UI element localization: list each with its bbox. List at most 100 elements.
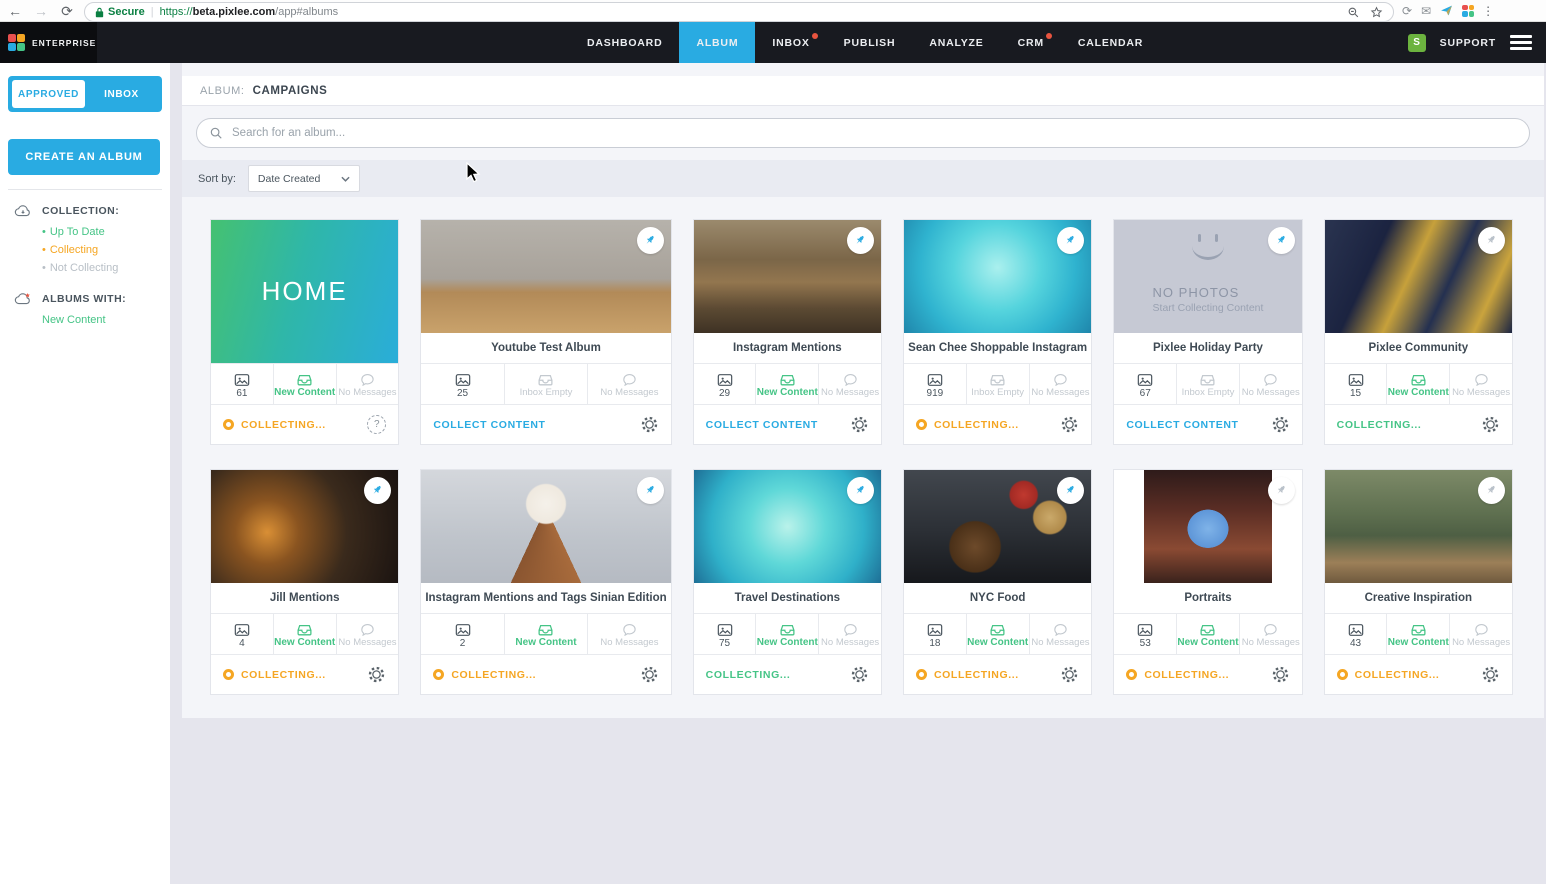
collect-status[interactable]: COLLECTING... [223, 419, 326, 431]
pin-icon[interactable] [1057, 477, 1084, 504]
collect-status[interactable]: COLLECT CONTENT [706, 419, 818, 431]
user-avatar[interactable]: S [1408, 34, 1426, 52]
sort-dropdown[interactable]: Date Created [248, 165, 360, 192]
collection-filter-up-to-date[interactable]: •Up To Date [42, 226, 160, 238]
photo-icon [1137, 623, 1153, 637]
zoom-out-icon[interactable] [1347, 6, 1360, 19]
pin-icon[interactable] [847, 477, 874, 504]
album-thumbnail[interactable] [211, 470, 398, 583]
album-thumbnail[interactable] [1114, 470, 1301, 583]
pin-icon[interactable] [1268, 477, 1295, 504]
album-thumbnail[interactable] [904, 220, 1091, 333]
no-photos-placeholder: NO PHOTOS Start Collecting Content [1153, 239, 1264, 314]
photo-icon [717, 373, 733, 387]
collect-status[interactable]: COLLECTING... [223, 669, 326, 681]
secure-lock-icon: Secure [95, 6, 145, 18]
collect-status[interactable]: COLLECTING... [916, 419, 1019, 431]
albums-with-cloud-icon [14, 292, 32, 306]
nav-item-dashboard[interactable]: DASHBOARD [570, 22, 679, 63]
nav-item-crm[interactable]: CRM [1001, 22, 1061, 63]
brand[interactable]: ENTERPRISE [0, 22, 97, 63]
browser-menu-icon[interactable]: ⋮ [1482, 4, 1494, 18]
album-thumbnail[interactable] [1325, 470, 1512, 583]
secure-label: Secure [108, 6, 145, 18]
nav-item-analyze[interactable]: ANALYZE [912, 22, 1000, 63]
collect-status[interactable]: COLLECTING... [916, 669, 1019, 681]
nav-item-inbox[interactable]: INBOX [755, 22, 826, 63]
album-card: Jill Mentions 4 New Content No Messages … [210, 469, 399, 695]
card-footer: COLLECT CONTENT ? [1114, 405, 1301, 444]
album-thumbnail[interactable] [694, 220, 881, 333]
collection-filter-not-collecting[interactable]: •Not Collecting [42, 262, 160, 274]
photo-icon [1137, 373, 1153, 387]
hamburger-menu-icon[interactable] [1510, 35, 1532, 50]
settings-gear-icon[interactable] [367, 665, 386, 684]
photo-icon [1348, 373, 1364, 387]
create-album-button[interactable]: CREATE AN ALBUM [8, 139, 160, 175]
search-input[interactable] [232, 127, 1517, 139]
settings-gear-icon[interactable] [640, 415, 659, 434]
pin-icon[interactable] [1478, 477, 1505, 504]
extension-sync-icon[interactable]: ⟳ [1402, 4, 1412, 18]
forward-icon[interactable]: → [32, 4, 50, 18]
album-title: Portraits [1114, 583, 1301, 613]
settings-gear-icon[interactable] [640, 665, 659, 684]
filter-new-content[interactable]: New Content [14, 314, 160, 326]
collect-status[interactable]: COLLECTING... [433, 669, 536, 681]
nav-item-publish[interactable]: PUBLISH [827, 22, 913, 63]
inbox-status: New Content [1387, 614, 1450, 654]
pin-icon[interactable] [1478, 227, 1505, 254]
pin-icon[interactable] [637, 477, 664, 504]
photo-count: 2 [421, 614, 504, 654]
address-bar[interactable]: Secure | https://beta.pixlee.com/app#alb… [84, 2, 1394, 22]
pin-icon[interactable] [637, 227, 664, 254]
collect-status[interactable]: COLLECT CONTENT [1126, 419, 1238, 431]
album-thumbnail[interactable] [421, 220, 670, 333]
album-thumbnail[interactable]: NO PHOTOS Start Collecting Content [1114, 220, 1301, 333]
settings-gear-icon[interactable] [1271, 415, 1290, 434]
collect-status[interactable]: COLLECTING... [1126, 669, 1229, 681]
toggle-approved[interactable]: APPROVED [12, 80, 85, 108]
collection-filter-collecting[interactable]: •Collecting [42, 244, 160, 256]
inbox-status: Inbox Empty [1177, 364, 1240, 404]
album-thumbnail[interactable] [1325, 220, 1512, 333]
collect-status[interactable]: COLLECTING... [1337, 419, 1422, 431]
extension-plane-icon[interactable] [1440, 4, 1453, 17]
album-thumbnail[interactable] [421, 470, 670, 583]
collecting-dot [916, 669, 927, 680]
messages-status: No Messages [819, 614, 881, 654]
extension-mail-icon[interactable]: ✉ [1421, 4, 1431, 18]
pin-icon[interactable] [847, 227, 874, 254]
support-link[interactable]: SUPPORT [1440, 37, 1496, 49]
settings-gear-icon[interactable] [1060, 415, 1079, 434]
bookmark-star-icon[interactable] [1370, 6, 1383, 19]
album-thumbnail[interactable]: HOME [211, 220, 398, 363]
nav-item-album[interactable]: ALBUM [679, 22, 755, 63]
back-icon[interactable]: ← [6, 4, 24, 18]
message-bubble-icon [1474, 373, 1489, 386]
settings-gear-icon[interactable] [850, 415, 869, 434]
collect-status[interactable]: COLLECTING... [1337, 669, 1440, 681]
settings-gear-icon[interactable] [1481, 415, 1500, 434]
pin-icon[interactable] [364, 477, 391, 504]
album-card: Portraits 53 New Content No Messages COL… [1113, 469, 1302, 695]
toggle-inbox[interactable]: INBOX [85, 80, 158, 108]
nav-item-calendar[interactable]: CALENDAR [1061, 22, 1160, 63]
collect-status[interactable]: COLLECTING... [706, 669, 791, 681]
settings-gear-icon[interactable] [1271, 665, 1290, 684]
inbox-icon [296, 373, 313, 386]
album-thumbnail[interactable] [904, 470, 1091, 583]
settings-gear-icon[interactable] [1481, 665, 1500, 684]
settings-gear-icon[interactable] [1060, 665, 1079, 684]
refresh-icon[interactable]: ⟳ [58, 4, 76, 18]
url-text: https://beta.pixlee.com/app#albums [160, 6, 339, 18]
extension-pixlee-icon[interactable] [1462, 5, 1474, 17]
inbox-icon [779, 623, 796, 636]
album-thumbnail[interactable] [694, 470, 881, 583]
help-icon[interactable]: ? [367, 415, 386, 434]
settings-gear-icon[interactable] [850, 665, 869, 684]
collect-status[interactable]: COLLECT CONTENT [433, 419, 545, 431]
pin-icon[interactable] [1268, 227, 1295, 254]
pin-icon[interactable] [1057, 227, 1084, 254]
photo-count: 15 [1325, 364, 1388, 404]
